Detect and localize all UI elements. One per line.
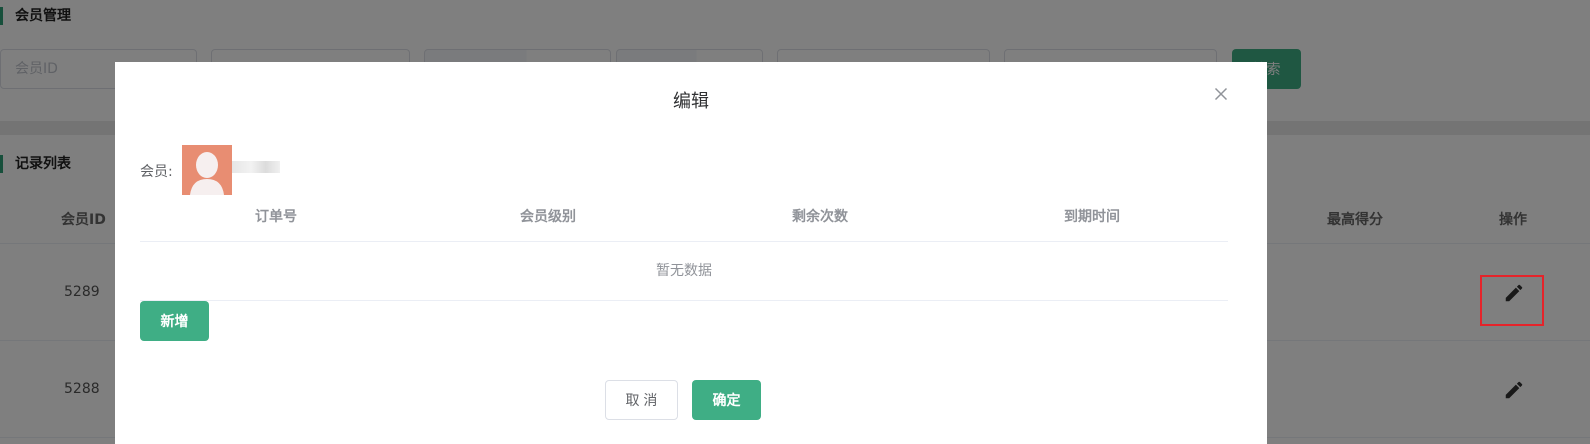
- add-button[interactable]: 新增: [140, 301, 209, 341]
- cancel-button[interactable]: 取 消: [605, 380, 678, 420]
- dialog-title: 编辑: [673, 91, 709, 112]
- column-header-order-no: 订单号: [255, 209, 297, 225]
- close-icon[interactable]: [1209, 82, 1233, 106]
- avatar: [182, 145, 232, 195]
- confirm-button[interactable]: 确定: [692, 380, 761, 420]
- column-header-member-level: 会员级别: [520, 209, 576, 225]
- edit-dialog: 编辑 会员: 订单号 会员级别 剩余次数 到期时间 暂无数据 新增 取 消 确定: [115, 62, 1267, 444]
- column-header-remaining-count: 剩余次数: [792, 209, 848, 225]
- empty-table-placeholder: 暂无数据: [140, 242, 1228, 301]
- member-name-blurred: [232, 161, 280, 173]
- membership-table-header: 订单号 会员级别 剩余次数 到期时间: [140, 196, 1228, 242]
- highlight-box: [1480, 275, 1544, 326]
- column-header-expiry-time: 到期时间: [1064, 209, 1120, 225]
- member-label: 会员:: [140, 164, 173, 180]
- user-silhouette-icon: [182, 145, 232, 195]
